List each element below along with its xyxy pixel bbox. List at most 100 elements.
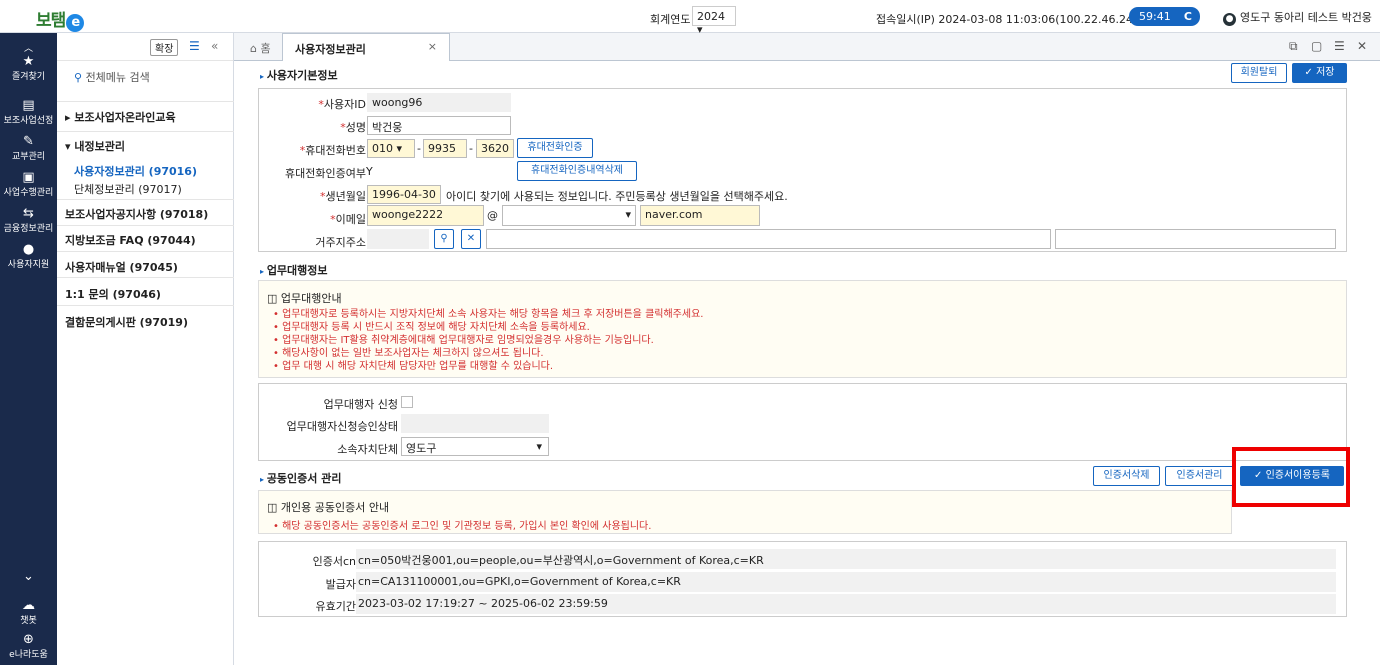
proxy-apply-label: 업무대행자 신청 xyxy=(323,398,398,411)
nav-user-support[interactable]: ● 사용자지원 xyxy=(0,242,57,271)
pen-icon: ✎ xyxy=(23,134,34,149)
tab-home[interactable]: ⌂ 홈 xyxy=(250,40,271,56)
fiscal-year-label: 회계연도 xyxy=(650,13,691,26)
proxy-status-field xyxy=(401,414,549,433)
cert-notice-box: ◫ 개인용 공동인증서 안내 • 해당 공동인증서는 공동인증서 로그인 및 기… xyxy=(258,490,1232,534)
nav-grant-management[interactable]: ✎ 교부관리 xyxy=(0,134,57,163)
session-timer[interactable]: 59:41 C xyxy=(1129,7,1200,26)
name-field[interactable]: 박건웅 xyxy=(367,116,511,135)
phone-label: *휴대전화번호 xyxy=(299,144,366,157)
cert-cn-label: 인증서cn xyxy=(312,555,356,568)
enara-help-button[interactable]: ⊕ e나라도움 xyxy=(0,633,57,661)
withdraw-button[interactable]: 회원탈퇴 xyxy=(1231,63,1287,83)
org-select[interactable]: 영도구 ▾ xyxy=(401,437,549,456)
menu-notice[interactable]: 보조사업자공지사항 (97018) xyxy=(65,206,208,222)
proxy-info-title: 업무대행정보 xyxy=(260,262,328,278)
side-menu: 확장 ☰ « ⚲ 전체메뉴 검색 ▸ 보조사업자온라인교육 ▾ 내정보관리 사용… xyxy=(57,33,234,665)
copy-window-icon[interactable]: ⧉ xyxy=(1289,39,1298,54)
top-bar: 보탬 e 회계연도 2024 ▾ 접속일시(IP) 2024-03-08 11:0… xyxy=(0,0,1380,36)
fiscal-year-select[interactable]: 2024 ▾ xyxy=(692,6,736,36)
birth-label: *생년월일 xyxy=(320,190,366,203)
save-button[interactable]: ✓ 저장 xyxy=(1292,63,1347,83)
proxy-apply-checkbox[interactable] xyxy=(401,396,413,408)
login-ip-info: 접속일시(IP) 2024-03-08 11:03:06(100.22.46.2… xyxy=(876,13,1145,26)
email-domain-field[interactable]: naver.com xyxy=(640,205,760,226)
nav-project-execution[interactable]: ▣ 사업수행관리 xyxy=(0,170,57,199)
menu-user-info[interactable]: 사용자정보관리 (97016) xyxy=(74,163,197,179)
menu-org-info[interactable]: 단체정보관리 (97017) xyxy=(74,181,182,197)
delete-cert-button[interactable]: 인증서삭제 xyxy=(1093,466,1160,486)
menu-search-input[interactable]: ⚲ 전체메뉴 검색 xyxy=(74,69,224,91)
proxy-notice-box: ◫ 업무대행안내 • 업무대행자로 등록하시는 지방자치단체 소속 사용자는 해… xyxy=(258,280,1347,378)
chatbot-button[interactable]: ☁ 챗봇 xyxy=(0,598,57,627)
cert-issuer-value: cn=CA131100001,ou=GPKI,o=Government of K… xyxy=(356,572,1336,592)
bookmark-icon: ◫ xyxy=(267,292,278,305)
tab-bar: ⌂ 홈 사용자정보관리 × ⧉ ▢ ☰ ✕ xyxy=(234,33,1380,61)
tab-user-info[interactable]: 사용자정보관리 × xyxy=(282,33,450,61)
phone-verified-label: 휴대전화인증여부 xyxy=(285,167,366,180)
phone-last-field[interactable]: 3620 xyxy=(476,139,514,158)
menu-my-info[interactable]: ▾ 내정보관리 xyxy=(65,138,125,154)
menu-inquiry[interactable]: 1:1 문의 (97046) xyxy=(65,286,161,302)
proxy-status-label: 업무대행자신청승인상태 xyxy=(286,420,398,433)
nav-subsidy-selection[interactable]: ▤ 보조사업선정 xyxy=(0,98,57,127)
cert-notice-title: ◫ 개인용 공동인증서 안내 xyxy=(267,501,390,514)
highlight-box xyxy=(1232,447,1350,507)
user-support-icon: ● xyxy=(22,242,35,257)
close-icon[interactable]: × xyxy=(428,40,437,53)
email-id-field[interactable]: woonge2222 xyxy=(367,205,484,226)
logo[interactable]: 보탬 e xyxy=(36,6,85,32)
chevron-down-icon[interactable]: ⌄ xyxy=(0,569,57,584)
user-info[interactable]: ● 영도구 동아리 테스트 박건웅 xyxy=(1223,9,1372,26)
collapse-up-icon[interactable]: ︿ xyxy=(0,41,57,54)
bookmark-icon: ◫ xyxy=(267,501,278,514)
tab-list-icon[interactable]: ☰ xyxy=(1334,39,1345,53)
menu-list-icon[interactable]: ☰ xyxy=(189,39,200,53)
collapse-menu-icon[interactable]: « xyxy=(211,39,218,53)
phone-middle-field[interactable]: 9935 xyxy=(423,139,467,158)
expand-button[interactable]: 확장 xyxy=(150,39,179,56)
proxy-notice-title: ◫ 업무대행안내 xyxy=(267,292,342,305)
email-domain-select[interactable]: ▾ xyxy=(502,205,636,226)
search-icon[interactable]: ⚲ xyxy=(434,229,454,249)
menu-defect-board[interactable]: 결함문의게시판 (97019) xyxy=(65,314,188,330)
clear-icon[interactable]: ✕ xyxy=(461,229,481,249)
phone-verified-value: Y xyxy=(366,165,373,178)
maximize-icon[interactable]: ▢ xyxy=(1311,39,1322,53)
calendar-icon: ▦ xyxy=(439,188,440,201)
cert-cn-value: cn=050박건웅001,ou=people,ou=부산광역시,o=Govern… xyxy=(356,549,1336,569)
cert-issuer-label: 발급자 xyxy=(325,578,356,591)
menu-online-education[interactable]: ▸ 보조사업자온라인교육 xyxy=(65,109,176,125)
birth-date-field[interactable]: 1996-04-30 ▦ xyxy=(367,185,441,204)
transfer-icon: ⇆ xyxy=(23,206,34,221)
menu-faq[interactable]: 지방보조금 FAQ (97044) xyxy=(65,232,196,248)
menu-manual[interactable]: 사용자매뉴얼 (97045) xyxy=(65,259,178,275)
document-icon: ▤ xyxy=(22,98,35,113)
delete-phone-verify-button[interactable]: 휴대전화인증내역삭제 xyxy=(517,161,637,181)
basic-info-box xyxy=(258,88,1347,252)
user-id-field: woong96 xyxy=(367,93,511,112)
chatbot-icon: ☁ xyxy=(22,598,35,613)
address-field[interactable] xyxy=(486,229,1051,249)
user-icon: ● xyxy=(1223,13,1236,26)
nav-favorites[interactable]: ★ 즐겨찾기 xyxy=(0,54,57,83)
refresh-icon[interactable]: C xyxy=(1184,7,1192,26)
star-icon: ★ xyxy=(22,54,35,69)
cert-validity-value: 2023-03-02 17:19:27 ~ 2025-06-02 23:59:5… xyxy=(356,594,1336,614)
close-all-icon[interactable]: ✕ xyxy=(1357,39,1367,53)
phone-verify-button[interactable]: 휴대전화인증 xyxy=(517,138,593,158)
cert-validity-label: 유효기간 xyxy=(315,600,356,613)
nav-finance-info[interactable]: ⇆ 금융정보관리 xyxy=(0,206,57,235)
org-label: 소속자치단체 xyxy=(337,443,398,456)
name-label: *성명 xyxy=(340,121,366,134)
home-icon: ⌂ xyxy=(250,42,257,55)
manage-cert-button[interactable]: 인증서관리 xyxy=(1165,466,1234,486)
briefcase-icon: ▣ xyxy=(22,170,35,185)
left-icon-bar: ︿ ★ 즐겨찾기 ▤ 보조사업선정 ✎ 교부관리 ▣ 사업수행관리 ⇆ 금융정보관리 ● 사… xyxy=(0,33,57,665)
birth-note: 아이디 찾기에 사용되는 정보입니다. 주민등록상 생년월일을 선택해주세요. xyxy=(446,190,788,203)
cert-title: 공동인증서 관리 xyxy=(260,470,342,486)
email-label: *이메일 xyxy=(330,213,366,226)
zipcode-field xyxy=(367,229,429,249)
address-detail-field[interactable] xyxy=(1055,229,1336,249)
phone-prefix-select[interactable]: 010 ▾ xyxy=(367,139,415,158)
